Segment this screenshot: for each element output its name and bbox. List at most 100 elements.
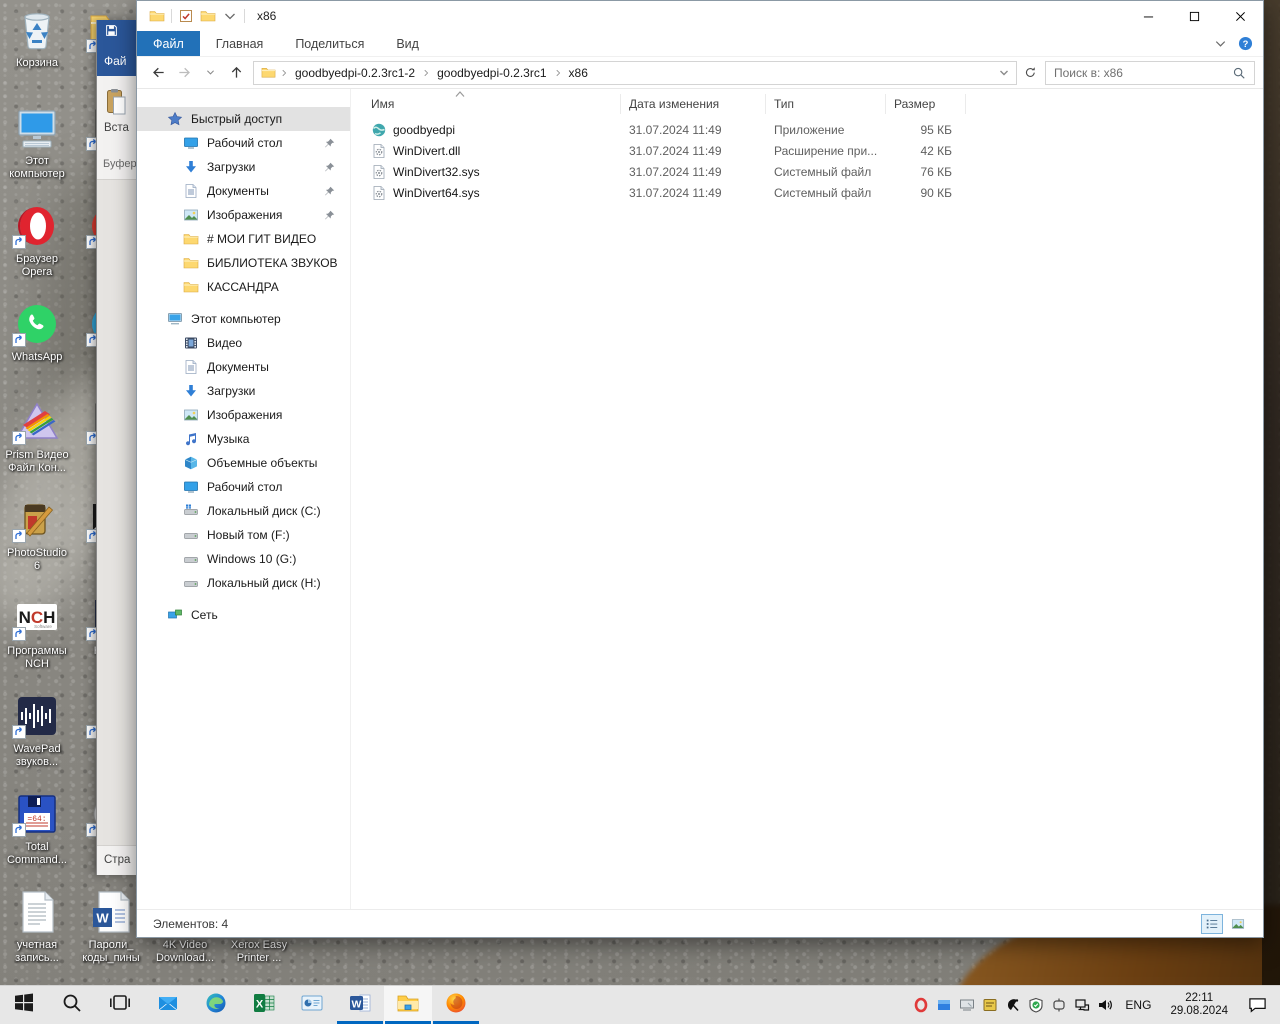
- back-button[interactable]: [145, 61, 171, 85]
- column-header-размер[interactable]: Размер: [886, 94, 966, 114]
- taskbar-system-app-button[interactable]: [288, 986, 336, 1024]
- desktop-icon-wavepad-звуков[interactable]: WavePad звуков...: [0, 692, 74, 769]
- sidebar-item-библиотека-звуков[interactable]: БИБЛИОТЕКА ЗВУКОВ: [137, 251, 350, 275]
- sort-ascending-icon[interactable]: [455, 90, 465, 98]
- desktop-icon-корзина[interactable]: Корзина: [0, 6, 74, 70]
- column-header-тип[interactable]: Тип: [766, 94, 886, 114]
- sidebar-item-видео[interactable]: Видео: [137, 331, 350, 355]
- pictures-icon: [183, 407, 199, 423]
- taskbar-firefox-button[interactable]: [432, 986, 480, 1024]
- display-app-tray-icon[interactable]: [955, 986, 978, 1024]
- ribbon-tab-вид[interactable]: Вид: [380, 31, 435, 56]
- sidebar-item-объемные-объекты[interactable]: Объемные объекты: [137, 451, 350, 475]
- sidebar-item-изображения[interactable]: Изображения: [137, 203, 350, 227]
- desktop-icon-программы-nch[interactable]: NCH Software Программы NCH: [0, 594, 74, 671]
- forward-button[interactable]: [171, 61, 197, 85]
- sidebar-item-локальный-диск-h[interactable]: Локальный диск (H:): [137, 571, 350, 595]
- maximize-button[interactable]: [1171, 1, 1217, 31]
- desktop-icon-whatsapp[interactable]: WhatsApp: [0, 300, 74, 364]
- desktop-icon-prism-видео-файл-кон[interactable]: Prism Видео Файл Кон...: [0, 398, 74, 475]
- sidebar-section-network[interactable]: Сеть: [137, 603, 350, 627]
- file-explorer-icon: [396, 991, 420, 1020]
- sidebar-section-quick-access[interactable]: Быстрый доступ: [137, 107, 350, 131]
- action-center-icon[interactable]: [1238, 986, 1276, 1024]
- word-window-partial[interactable]: Фай Вста Буфер Стра: [96, 20, 136, 875]
- sidebar-item-изображения[interactable]: Изображения: [137, 403, 350, 427]
- desktop-icon-учетная-запись[interactable]: учетная запись...: [0, 888, 74, 965]
- sidebar-item-документы[interactable]: Документы: [137, 355, 350, 379]
- recent-locations-chevron-icon[interactable]: [197, 61, 223, 85]
- refresh-button[interactable]: [1017, 61, 1043, 85]
- taskbar-file-explorer-button[interactable]: [384, 986, 432, 1024]
- file-row-windivert-dll[interactable]: WinDivert.dll 31.07.2024 11:49 Расширение …: [351, 140, 1263, 161]
- sidebar-item-label: Загрузки: [207, 384, 256, 398]
- column-header-дата-изменения[interactable]: Дата изменения: [621, 94, 766, 114]
- desktop-icon-label: WhatsApp: [11, 351, 63, 363]
- search-icon[interactable]: [1232, 66, 1246, 80]
- blue-app-tray-icon[interactable]: [932, 986, 955, 1024]
- sidebar-item-локальный-диск-c[interactable]: Локальный диск (C:): [137, 499, 350, 523]
- taskbar-start-button[interactable]: [0, 986, 48, 1024]
- expand-ribbon-chevron-icon[interactable]: [1213, 36, 1228, 51]
- sidebar-item-windows-10-g[interactable]: Windows 10 (G:): [137, 547, 350, 571]
- ribbon-tab-главная[interactable]: Главная: [200, 31, 280, 56]
- ribbon-tab-файл[interactable]: Файл: [137, 31, 200, 56]
- sidebar-item-кассандра[interactable]: КАССАНДРА: [137, 275, 350, 299]
- paste-button-label[interactable]: Вста: [104, 122, 129, 134]
- taskbar-word-button[interactable]: W: [336, 986, 384, 1024]
- sidebar-item-мои-гит-видео[interactable]: # МОИ ГИТ ВИДЕО: [137, 227, 350, 251]
- file-row-windivert64-sys[interactable]: WinDivert64.sys 31.07.2024 11:49 Системный…: [351, 182, 1263, 203]
- location-folder-icon[interactable]: [261, 65, 276, 80]
- satellite-app-tray-icon[interactable]: [1001, 986, 1024, 1024]
- address-dropdown-chevron-icon[interactable]: [996, 65, 1012, 81]
- breadcrumb-segment-x86[interactable]: x86: [563, 66, 594, 80]
- save-icon[interactable]: [97, 24, 118, 41]
- language-indicator[interactable]: ENG: [1116, 998, 1160, 1012]
- thumbnails-view-button[interactable]: [1227, 914, 1249, 934]
- new-folder-icon[interactable]: [200, 8, 216, 24]
- properties-icon[interactable]: [178, 8, 194, 24]
- up-button[interactable]: [223, 61, 249, 85]
- help-icon[interactable]: ?: [1238, 36, 1253, 51]
- volume-tray-icon[interactable]: [1093, 986, 1116, 1024]
- sidebar-item-рабочий-стол[interactable]: Рабочий стол: [137, 131, 350, 155]
- opera-tray-icon[interactable]: [909, 986, 932, 1024]
- sidebar-item-музыка[interactable]: Музыка: [137, 427, 350, 451]
- snip-app-tray-icon[interactable]: [1047, 986, 1070, 1024]
- sidebar-section-this-pc[interactable]: Этот компьютер: [137, 307, 350, 331]
- sidebar-item-новый-том-f[interactable]: Новый том (F:): [137, 523, 350, 547]
- taskbar-edge-button[interactable]: [192, 986, 240, 1024]
- folder-icon[interactable]: [149, 8, 165, 24]
- column-header-имя[interactable]: Имя: [351, 94, 621, 114]
- customize-toolbar-chevron-icon[interactable]: [222, 8, 238, 24]
- file-row-goodbyedpi[interactable]: goodbyedpi 31.07.2024 11:49 Приложение 95 К…: [351, 119, 1263, 140]
- breadcrumb[interactable]: goodbyedpi-0.2.3rc1-2 goodbyedpi-0.2.3rc1…: [253, 60, 1017, 85]
- defender-tray-icon[interactable]: [1024, 986, 1047, 1024]
- desktop-icon-photostudio-6[interactable]: PhotoStudio 6: [0, 496, 74, 573]
- search-input[interactable]: [1046, 65, 1232, 80]
- file-row-windivert32-sys[interactable]: WinDivert32.sys 31.07.2024 11:49 Системный…: [351, 161, 1263, 182]
- details-view-button[interactable]: [1201, 913, 1223, 934]
- close-button[interactable]: [1217, 1, 1263, 31]
- yellow-app-tray-icon[interactable]: [978, 986, 1001, 1024]
- clock[interactable]: 22:11 29.08.2024: [1160, 992, 1238, 1018]
- breadcrumb-segment-goodbyedpi-0-2-3rc1-2[interactable]: goodbyedpi-0.2.3rc1-2: [289, 66, 421, 80]
- taskbar-taskbar-search-button[interactable]: [48, 986, 96, 1024]
- sidebar-item-загрузки[interactable]: Загрузки: [137, 155, 350, 179]
- ribbon-tab-поделиться[interactable]: Поделиться: [279, 31, 380, 56]
- sidebar-item-рабочий-стол[interactable]: Рабочий стол: [137, 475, 350, 499]
- paste-icon[interactable]: [106, 88, 126, 116]
- desktop-icon-total-command[interactable]: =64: Total Command...: [0, 790, 74, 867]
- app-file-icon: [371, 122, 387, 138]
- taskbar-task-view-button[interactable]: [96, 986, 144, 1024]
- breadcrumb-segment-goodbyedpi-0-2-3rc1[interactable]: goodbyedpi-0.2.3rc1: [431, 66, 552, 80]
- minimize-button[interactable]: [1125, 1, 1171, 31]
- word-file-tab[interactable]: Фай: [97, 42, 136, 76]
- sidebar-item-документы[interactable]: Документы: [137, 179, 350, 203]
- taskbar-mail-button[interactable]: [144, 986, 192, 1024]
- desktop-icon-браузер-opera[interactable]: Браузер Opera: [0, 202, 74, 279]
- desktop-icon-этот-компьютер[interactable]: Этот компьютер: [0, 104, 74, 181]
- network-tray-icon[interactable]: [1070, 986, 1093, 1024]
- taskbar-excel-button[interactable]: X: [240, 986, 288, 1024]
- sidebar-item-загрузки[interactable]: Загрузки: [137, 379, 350, 403]
